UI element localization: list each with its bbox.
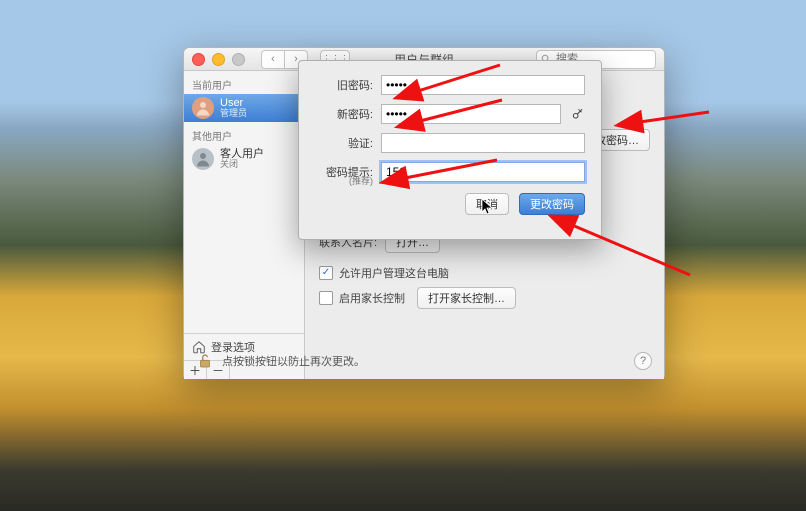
cancel-button[interactable]: 取消 — [465, 193, 509, 215]
allow-admin-checkbox[interactable] — [319, 266, 333, 280]
verify-label: 验证: — [315, 135, 373, 151]
close-icon[interactable] — [192, 53, 205, 66]
confirm-change-password-button[interactable]: 更改密码 — [519, 193, 585, 215]
minimize-icon[interactable] — [212, 53, 225, 66]
lock-text: 点按锁按钮以防止再次更改。 — [222, 353, 365, 369]
old-password-label: 旧密码: — [315, 77, 373, 93]
new-password-input[interactable] — [381, 104, 561, 124]
avatar-icon — [192, 97, 214, 119]
verify-password-input[interactable] — [381, 133, 585, 153]
new-password-label: 新密码: — [315, 106, 373, 122]
sidebar-user-guest[interactable]: 客人用户 关闭 — [184, 145, 304, 173]
open-parental-button[interactable]: 打开家长控制… — [417, 287, 516, 309]
lock-open-icon[interactable] — [196, 352, 214, 370]
parental-label: 启用家长控制 — [339, 290, 405, 306]
lock-row: 点按锁按钮以防止再次更改。 — [196, 352, 365, 370]
traffic-lights — [192, 53, 245, 66]
sidebar: 当前用户 User 管理员 其他用户 客人用户 — [184, 71, 305, 379]
user-role: 关闭 — [220, 160, 264, 170]
sidebar-section-other: 其他用户 — [184, 122, 304, 145]
sidebar-section-current: 当前用户 — [184, 71, 304, 94]
password-hint-input[interactable] — [381, 162, 585, 182]
sidebar-user-current[interactable]: User 管理员 — [184, 94, 304, 122]
change-password-sheet: 旧密码: 新密码: 验证: 密码提示: (推荐) 取消 更改密码 — [298, 60, 602, 240]
back-button[interactable]: ‹ — [261, 50, 285, 69]
zoom-icon[interactable] — [232, 53, 245, 66]
avatar-icon — [192, 148, 214, 170]
help-button[interactable]: ? — [634, 352, 652, 370]
allow-admin-label: 允许用户管理这台电脑 — [339, 265, 449, 281]
user-role: 管理员 — [220, 109, 247, 119]
old-password-input[interactable] — [381, 75, 585, 95]
parental-checkbox[interactable] — [319, 291, 333, 305]
key-icon[interactable] — [571, 107, 585, 121]
